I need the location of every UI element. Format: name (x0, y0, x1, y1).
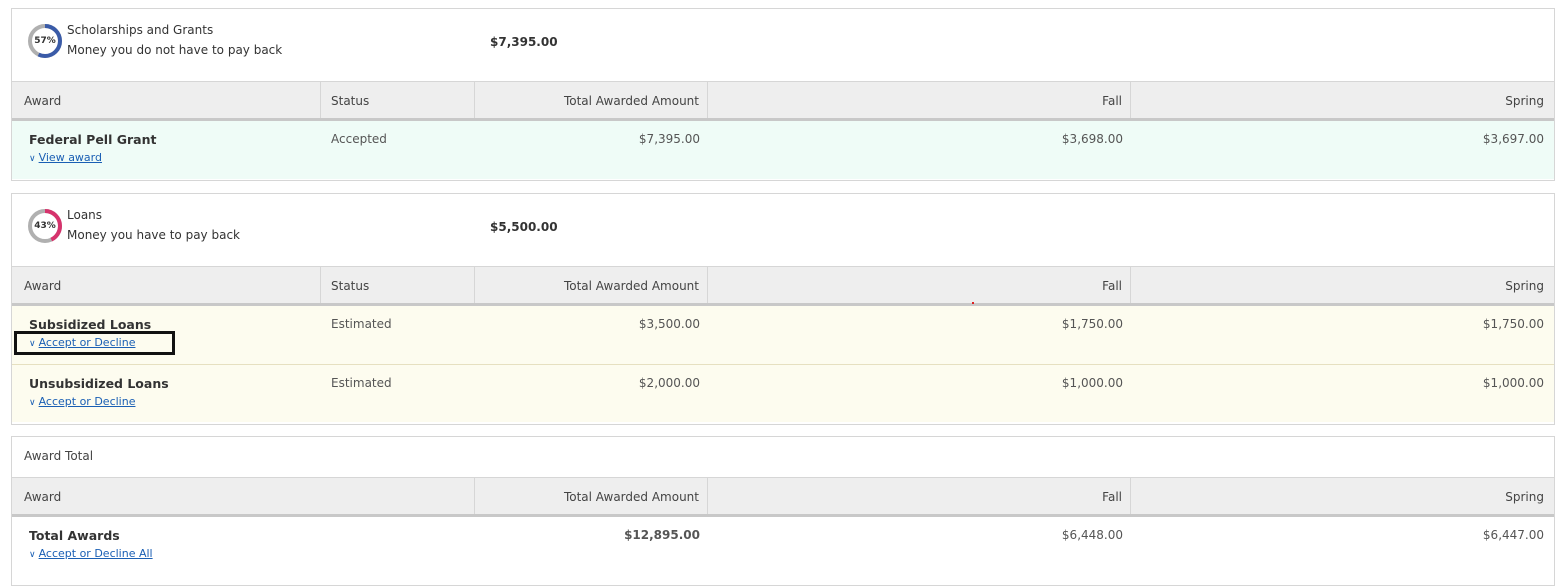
column-spring: Spring (1505, 490, 1544, 504)
award-status: Estimated (331, 376, 392, 390)
column-total: Total Awarded Amount (475, 267, 708, 303)
view-award-link[interactable]: ∨ View award (29, 151, 102, 164)
award-fall: $3,698.00 (1061, 132, 1123, 146)
total-awards-amount: $12,895.00 (624, 528, 700, 542)
totals-title: Award Total (24, 449, 94, 463)
accept-or-decline-all-link[interactable]: ∨ Accept or Decline All (29, 547, 153, 560)
award-name: Unsubsidized Loans (29, 376, 169, 391)
grants-section: 57% Scholarships and Grants Money you do… (11, 8, 1555, 181)
column-fall: Fall (708, 267, 1131, 303)
loans-subtitle: Money you have to pay back (67, 228, 240, 242)
column-award: Award (12, 82, 321, 118)
loans-summary: 43% Loans Money you have to pay back $5,… (12, 194, 1554, 266)
table-row: Federal Pell Grant ∨ View award Accepted … (12, 121, 1554, 179)
accept-or-decline-label: Accept or Decline (38, 336, 136, 349)
award-total: $2,000.00 (638, 376, 700, 390)
column-award: Award (12, 267, 321, 303)
loans-table-header: Award Status Total Awarded Amount Fall S… (12, 266, 1554, 306)
totals-section: Award Total Award Total Awarded Amount F… (11, 436, 1555, 586)
grants-percent-label: 57% (34, 36, 56, 46)
award-total: $7,395.00 (638, 132, 700, 146)
column-status: Status (321, 267, 475, 303)
loans-amount: $5,500.00 (490, 220, 558, 234)
red-dot-marker (972, 302, 974, 304)
grants-table-header: Award Status Total Awarded Amount Fall S… (12, 81, 1554, 121)
chevron-down-icon: ∨ (29, 154, 36, 164)
column-fall: Fall (708, 82, 1131, 118)
award-spring: $1,000.00 (1482, 376, 1544, 390)
column-fall: Fall (708, 478, 1131, 514)
loans-donut-chart: 43% (27, 208, 63, 244)
award-status: Accepted (331, 132, 387, 146)
award-total: $3,500.00 (638, 317, 700, 331)
column-total: Total Awarded Amount (475, 82, 708, 118)
award-fall: $1,000.00 (1061, 376, 1123, 390)
total-awards-name: Total Awards (29, 528, 120, 543)
total-fall: $6,448.00 (1061, 528, 1123, 542)
accept-or-decline-label: Accept or Decline (38, 395, 136, 408)
total-spring: $6,447.00 (1482, 528, 1544, 542)
award-spring: $1,750.00 (1482, 317, 1544, 331)
grants-summary: 57% Scholarships and Grants Money you do… (12, 9, 1554, 81)
award-name: Subsidized Loans (29, 317, 152, 332)
loans-title: Loans (67, 208, 103, 222)
chevron-down-icon: ∨ (29, 550, 36, 560)
accept-or-decline-link[interactable]: ∨ Accept or Decline (29, 395, 135, 408)
grants-title: Scholarships and Grants (67, 23, 214, 37)
loans-percent-label: 43% (34, 221, 56, 231)
column-spring: Spring (1505, 94, 1544, 108)
totals-table-header: Award Total Awarded Amount Fall Spring (12, 477, 1554, 517)
table-row: Total Awards ∨ Accept or Decline All $12,… (12, 517, 1554, 575)
loans-section: 43% Loans Money you have to pay back $5,… (11, 193, 1555, 425)
view-award-label: View award (38, 151, 102, 164)
column-total: Total Awarded Amount (475, 478, 708, 514)
chevron-down-icon: ∨ (29, 339, 36, 349)
award-name: Federal Pell Grant (29, 132, 157, 147)
award-fall: $1,750.00 (1061, 317, 1123, 331)
award-spring: $3,697.00 (1482, 132, 1544, 146)
chevron-down-icon: ∨ (29, 398, 36, 408)
column-award: Award (12, 478, 475, 514)
table-row: Unsubsidized Loans ∨ Accept or Decline Es… (12, 364, 1554, 422)
grants-subtitle: Money you do not have to pay back (67, 43, 283, 57)
table-row: Subsidized Loans ∨ Accept or Decline Esti… (12, 306, 1554, 364)
accept-or-decline-link[interactable]: ∨ Accept or Decline (29, 336, 135, 349)
award-status: Estimated (331, 317, 392, 331)
grants-donut-chart: 57% (27, 23, 63, 59)
column-status: Status (321, 82, 475, 118)
column-spring: Spring (1505, 279, 1544, 293)
grants-amount: $7,395.00 (490, 35, 558, 49)
accept-or-decline-all-label: Accept or Decline All (38, 547, 153, 560)
